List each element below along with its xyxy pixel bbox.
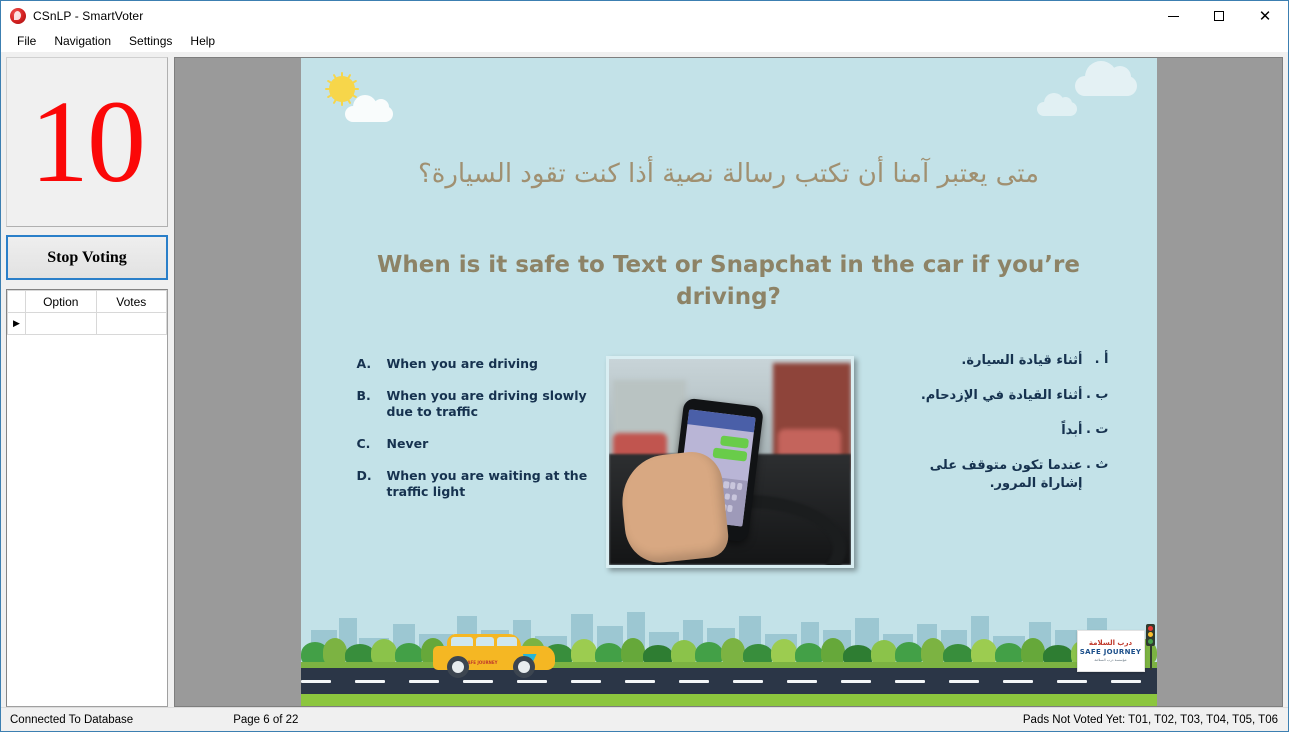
logo-arabic-text: درب السلامة: [1088, 638, 1133, 647]
logo-english-text: SAFE JOURNEY: [1079, 648, 1142, 657]
column-header-option[interactable]: Option: [25, 290, 97, 313]
menu-item-help[interactable]: Help: [182, 32, 223, 50]
answer-text: When you are waiting at the traffic ligh…: [386, 467, 588, 500]
main-body: 10 Stop Voting Option Votes ▶ متى يعتبر …: [1, 52, 1288, 707]
answer-text: When you are driving slowly due to traff…: [386, 387, 587, 420]
close-button[interactable]: ✕: [1242, 1, 1288, 31]
answer-text: عندما تكون متوقف على إشاراة المرور.: [929, 457, 1083, 492]
answer-letter: D.: [356, 467, 372, 483]
cloud-icon: [344, 95, 393, 122]
menu-item-settings[interactable]: Settings: [121, 32, 180, 50]
answer-option-c[interactable]: C. Never: [357, 436, 597, 453]
application-window: CSnLP - SmartVoter ✕ File Navigation Set…: [0, 0, 1289, 732]
answer-text: أثناء قيادة السيارة.: [961, 353, 1083, 368]
table-row[interactable]: ▶: [7, 312, 167, 335]
answer-letter: أ .: [1094, 352, 1109, 367]
answer-option-tha[interactable]: ث . عندما تكون متوقف على إشاراة المرور.: [919, 457, 1109, 495]
menu-item-file[interactable]: File: [9, 32, 44, 50]
answer-option-ba[interactable]: ب . أثناء القيادة في الإزدحام.: [919, 387, 1109, 406]
question-english: When is it safe to Text or Snapchat in t…: [377, 252, 1080, 310]
safe-journey-logo: درب السلامة SAFE JOURNEY مؤسسة درب السلا…: [1076, 630, 1145, 672]
votes-grid-container[interactable]: Option Votes ▶: [6, 289, 168, 707]
close-icon: ✕: [1258, 6, 1272, 25]
app-logo-icon: [10, 8, 26, 24]
answer-text: أثناء القيادة في الإزدحام.: [920, 387, 1083, 403]
logo-subtitle: مؤسسة درب السلامة: [1094, 658, 1127, 663]
voting-sidebar: 10 Stop Voting Option Votes ▶: [6, 57, 168, 707]
window-controls: ✕: [1150, 1, 1288, 31]
road-surface: [300, 668, 1157, 694]
status-bar: Connected To Database Page 6 of 22 Pads …: [1, 707, 1288, 731]
menu-item-navigation[interactable]: Navigation: [46, 32, 119, 50]
cell-option[interactable]: [25, 312, 97, 335]
stop-voting-button[interactable]: Stop Voting: [6, 235, 168, 280]
votes-grid: Option Votes ▶: [7, 290, 167, 335]
answer-letter: ت .: [1085, 421, 1109, 437]
answers-english: A. When you are driving B. When you are …: [357, 356, 597, 516]
title-bar: CSnLP - SmartVoter ✕: [1, 1, 1288, 31]
answer-letter: ث .: [1085, 456, 1109, 472]
answers-arabic: أ . أثناء قيادة السيارة. ب . أثناء القيا…: [919, 352, 1109, 510]
answer-letter: B.: [356, 387, 371, 403]
answer-text: Never: [386, 435, 429, 451]
menu-bar: File Navigation Settings Help: [1, 31, 1288, 52]
traffic-light-icon: [1145, 624, 1155, 646]
votes-grid-gutter-header: [7, 290, 26, 313]
column-header-votes[interactable]: Votes: [95, 290, 167, 313]
answer-letter: A.: [356, 356, 372, 371]
countdown-value: 10: [30, 75, 146, 207]
answer-text: أبداً: [1061, 422, 1083, 438]
maximize-icon: [1214, 11, 1224, 21]
question-arabic: متى يعتبر آمنا أن تكتب رسالة نصية أذا كن…: [417, 159, 1040, 189]
road-scene: SAFE JOURNEY درب السلامة SAFE JOURNEY مؤ…: [300, 604, 1157, 706]
votes-grid-header-row: Option Votes: [7, 290, 167, 313]
cloud-icon: [1074, 61, 1137, 96]
answer-letter: ب .: [1085, 386, 1109, 402]
answer-option-ta[interactable]: ت . أبداً: [919, 421, 1109, 441]
row-marker-icon: ▶: [13, 318, 20, 328]
vehicle-label: SAFE JOURNEY: [464, 660, 498, 666]
grass-strip-lower: [300, 694, 1157, 706]
row-selector-cell[interactable]: ▶: [7, 312, 26, 335]
minimize-button[interactable]: [1150, 1, 1196, 31]
answer-option-a[interactable]: A. When you are driving: [357, 356, 597, 373]
answer-option-b[interactable]: B. When you are driving slowly due to tr…: [357, 388, 597, 421]
slide-canvas: متى يعتبر آمنا أن تكتب رسالة نصية أذا كن…: [300, 58, 1157, 706]
traffic-light-pole: [1149, 644, 1152, 670]
answer-text: When you are driving: [386, 356, 539, 371]
slide-viewer[interactable]: متى يعتبر آمنا أن تكتب رسالة نصية أذا كن…: [174, 57, 1283, 707]
cell-votes[interactable]: [95, 312, 167, 335]
texting-while-driving-photo: [605, 356, 854, 568]
cloud-icon: [1036, 93, 1077, 116]
answer-letter: C.: [356, 435, 371, 451]
window-title: CSnLP - SmartVoter: [33, 9, 144, 23]
minimize-icon: [1167, 15, 1179, 17]
answer-option-d[interactable]: D. When you are waiting at the traffic l…: [357, 468, 597, 501]
status-page-indicator: Page 6 of 22: [233, 713, 299, 726]
maximize-button[interactable]: [1196, 1, 1242, 31]
safe-journey-vehicle-icon: SAFE JOURNEY: [432, 632, 555, 678]
sun-icon: [324, 72, 359, 106]
answer-option-alef[interactable]: أ . أثناء قيادة السيارة.: [919, 352, 1109, 371]
countdown-panel: 10: [6, 57, 168, 227]
status-pads-not-voted: Pads Not Voted Yet: T01, T02, T03, T04, …: [1022, 713, 1278, 726]
status-connection: Connected To Database: [10, 713, 134, 726]
